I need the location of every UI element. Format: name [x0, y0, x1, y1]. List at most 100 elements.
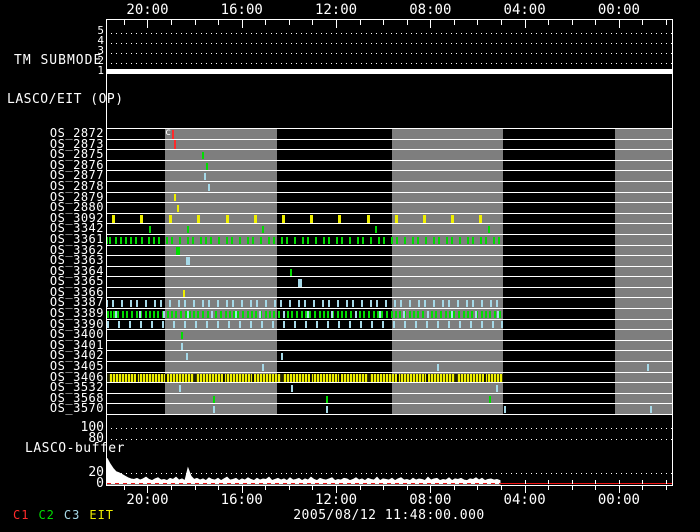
os-tick	[107, 321, 109, 328]
os-tick	[394, 300, 396, 307]
os-tick	[485, 237, 487, 244]
os-tick	[259, 311, 261, 318]
lasco-buffer-label: LASCO-buffer	[25, 441, 125, 456]
os-tick	[239, 237, 241, 244]
os-tick	[349, 321, 351, 328]
os-tick	[457, 300, 459, 307]
axis-tick-top	[242, 19, 243, 28]
os-tick	[504, 406, 506, 413]
campaign-annotation: c	[165, 127, 171, 138]
buffer-inner-tick	[525, 480, 526, 484]
os-tick	[438, 237, 440, 244]
os-tick	[326, 406, 328, 413]
os-tick	[180, 311, 182, 318]
os-tick	[489, 311, 491, 318]
os-tick	[232, 300, 234, 307]
time-label-top: 16:00	[212, 2, 272, 18]
os-tick	[433, 237, 435, 244]
os-tick	[139, 311, 141, 318]
axis-tick-bottom	[407, 485, 408, 490]
lasco-eit-op-label: LASCO/EIT (OP)	[7, 92, 124, 107]
time-label-bottom: 20:00	[117, 492, 177, 508]
axis-tick-bottom	[383, 485, 384, 490]
os-tick	[463, 311, 465, 318]
os-tick	[404, 321, 406, 328]
os-tick	[480, 237, 482, 244]
os-tick	[396, 237, 398, 244]
os-tick	[178, 300, 180, 307]
axis-tick-top	[147, 19, 148, 28]
telemetry-display: OS_2872OS_2873OS_2875OS_2876OS_2877OS_28…	[0, 0, 700, 532]
os-tick	[177, 205, 179, 212]
os-tick	[157, 311, 159, 318]
timestamp: 2005/08/12 11:48:00.000	[106, 508, 672, 523]
os-tick	[370, 237, 372, 244]
os-tick	[490, 300, 492, 307]
os-tick	[118, 321, 120, 328]
tm-grid-dotted	[106, 53, 672, 54]
os-tick	[319, 311, 321, 318]
os-tick	[451, 237, 453, 244]
axis-tick-top	[383, 19, 384, 25]
os-tick	[208, 300, 210, 307]
os-tick	[283, 321, 285, 328]
axis-tick-top	[525, 19, 526, 28]
os-tick	[647, 364, 649, 371]
os-tick-band	[107, 374, 503, 382]
tm-submode-bar	[106, 69, 672, 74]
os-tick	[171, 311, 173, 318]
os-tick	[313, 300, 315, 307]
os-tick	[302, 237, 304, 244]
os-tick	[323, 237, 325, 244]
os-tick	[309, 311, 311, 318]
row-separator	[106, 382, 672, 383]
os-tick	[338, 215, 341, 223]
os-tick	[417, 237, 419, 244]
os-tick	[184, 321, 186, 328]
os-tick	[301, 311, 303, 318]
os-tick	[169, 215, 172, 223]
row-separator	[106, 170, 672, 171]
os-tick	[281, 353, 283, 360]
os-tick	[370, 300, 372, 307]
os-tick	[373, 311, 375, 318]
os-tick	[440, 311, 442, 318]
row-separator	[106, 319, 672, 320]
axis-tick-top	[336, 19, 337, 28]
os-tick	[451, 311, 453, 318]
os-tick	[162, 321, 164, 328]
os-tick	[173, 321, 175, 328]
os-tick	[381, 311, 383, 318]
os-tick	[304, 300, 306, 307]
os-tick	[391, 237, 393, 244]
os-tick	[109, 237, 111, 244]
os-tick	[256, 300, 258, 307]
os-tick	[395, 311, 397, 318]
axis-tick-bottom	[360, 485, 361, 490]
right-border	[672, 19, 673, 485]
os-tick	[179, 237, 181, 244]
os-row-label: OS_3570	[30, 403, 104, 414]
time-label-top: 00:00	[589, 2, 649, 18]
os-tick	[498, 237, 500, 244]
os-tick	[153, 237, 155, 244]
os-tick	[145, 311, 147, 318]
os-tick	[130, 237, 132, 244]
os-tick	[437, 364, 439, 371]
os-tick	[481, 311, 483, 318]
os-tick	[280, 300, 282, 307]
legend-item-c2: C2	[38, 508, 54, 522]
os-tick	[131, 311, 133, 318]
os-tick	[115, 237, 117, 244]
os-tick	[431, 311, 433, 318]
os-tick	[250, 300, 252, 307]
os-tick	[202, 152, 204, 159]
os-tick	[289, 300, 291, 307]
axis-tick-bottom	[501, 485, 502, 490]
os-tick	[481, 300, 483, 307]
left-border	[106, 19, 107, 485]
os-tick	[445, 311, 447, 318]
os-tick	[367, 215, 370, 223]
os-tick	[422, 311, 424, 318]
axis-tick-bottom	[572, 485, 573, 490]
